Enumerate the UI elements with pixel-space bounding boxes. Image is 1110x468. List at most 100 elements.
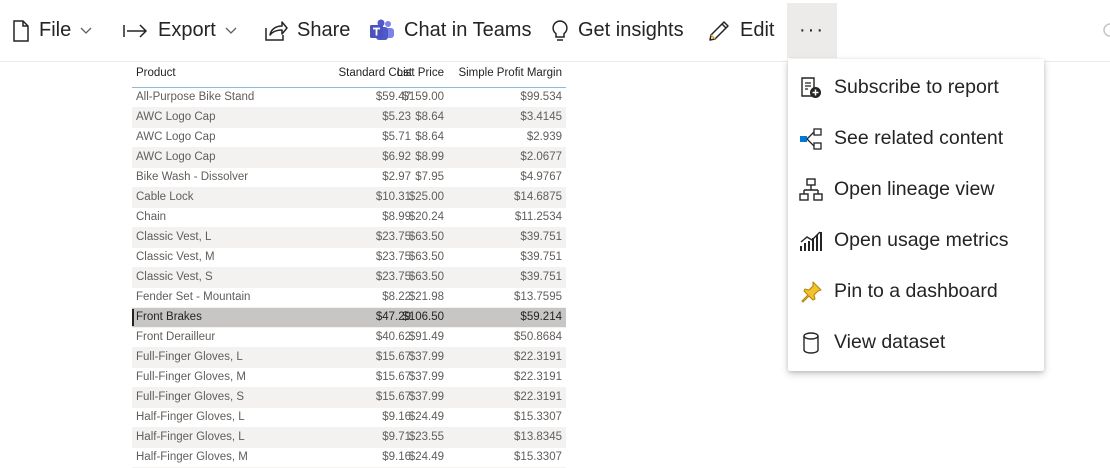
cell-simple-profit-margin: $59.214 [520,311,562,323]
table-row[interactable]: Full-Finger Gloves, S $15.67 $37.99 $22.319… [132,388,566,408]
export-label: Export [158,19,216,41]
table-row[interactable]: Full-Finger Gloves, L $15.67 $37.99 $22.319… [132,348,566,368]
cell-list-price: $20.24 [408,211,444,223]
cell-simple-profit-margin: $99.534 [520,91,562,103]
table-row[interactable]: Bike Wash - Dissolver $2.97 $7.95 $4.9767 [132,168,566,188]
chat-in-teams-button[interactable]: Chat in Teams [369,0,531,62]
cell-list-price: $24.49 [408,451,444,463]
table-row[interactable]: Cable Lock $10.31 $25.00 $14.6875 [132,188,566,208]
file-label: File [39,19,72,41]
cell-list-price: $25.00 [408,191,444,203]
cell-simple-profit-margin: $39.751 [520,271,562,283]
pencil-icon [707,19,731,43]
menu-item-label: Subscribe to report [834,76,999,98]
table-row[interactable]: Classic Vest, L $23.75 $63.50 $39.751 [132,228,566,248]
export-icon [123,23,149,39]
share-icon [264,20,288,42]
cell-product: Front Brakes [136,311,202,323]
chevron-down-icon [80,27,92,35]
column-header-simple-profit-margin[interactable]: Simple Profit Margin [452,62,562,84]
cell-simple-profit-margin: $11.2534 [514,211,562,223]
cell-simple-profit-margin: $39.751 [520,231,562,243]
menu-item-subscribe[interactable]: Subscribe to report [788,62,1044,113]
lineage-icon [799,177,823,202]
cell-product: Chain [136,211,167,223]
table-row[interactable]: AWC Logo Cap $5.71 $8.64 $2.939 [132,128,566,148]
cell-product: Half-Finger Gloves, M [136,451,248,463]
edit-label: Edit [740,19,775,41]
table-row[interactable]: Fender Set - Mountain $8.22 $21.98 $13.7595 [132,288,566,308]
cell-list-price: $159.00 [402,91,444,103]
cell-simple-profit-margin: $4.9767 [520,171,562,183]
menu-item-see-related-content[interactable]: See related content [788,113,1044,164]
insights-label: Get insights [578,19,684,41]
menu-item-view-dataset[interactable]: View dataset [788,317,1044,368]
edit-button[interactable]: Edit [707,0,774,62]
cell-product: Front Derailleur [136,331,216,343]
table-row[interactable]: Classic Vest, M $23.75 $63.50 $39.751 [132,248,566,268]
cell-simple-profit-margin: $14.6875 [514,191,562,203]
cell-simple-profit-margin: $15.3307 [514,451,562,463]
table-row[interactable]: AWC Logo Cap $6.92 $8.99 $2.0677 [132,148,566,168]
cell-list-price: $91.49 [408,331,444,343]
share-label: Share [297,19,351,41]
table-row[interactable]: Half-Finger Gloves, L $9.71 $23.55 $13.8345 [132,428,566,448]
column-header-list-price[interactable]: List Price [390,62,444,84]
teams-icon [369,19,395,43]
cell-list-price: $63.50 [408,251,444,263]
table-row[interactable]: Half-Finger Gloves, L $9.16 $24.49 $15.3307 [132,408,566,428]
gear-icon[interactable] [1100,20,1110,45]
cell-product: Full-Finger Gloves, M [136,371,246,383]
cell-product: Classic Vest, L [136,231,212,243]
cell-simple-profit-margin: $3.4145 [520,111,562,123]
share-button[interactable]: Share [264,0,350,62]
lightbulb-icon [551,19,569,43]
table-row[interactable]: Full-Finger Gloves, M $15.67 $37.99 $22.319… [132,368,566,388]
cell-product: Half-Finger Gloves, L [136,411,245,423]
more-options-icon: ··· [799,19,825,41]
cell-list-price: $8.64 [415,131,444,143]
column-header-product[interactable]: Product [136,62,176,84]
table-row[interactable]: Front Derailleur $40.62 $91.49 $50.8684 [132,328,566,348]
cell-simple-profit-margin: $22.3191 [514,351,562,363]
table-row[interactable]: Front Brakes $47.29 $106.50 $59.214 [132,308,566,328]
menu-item-label: Pin to a dashboard [834,280,998,302]
table-row[interactable]: All-Purpose Bike Stand $59.47 $159.00 $99.5… [132,88,566,108]
cell-product: AWC Logo Cap [136,111,216,123]
table-row[interactable]: Classic Vest, S $23.75 $63.50 $39.751 [132,268,566,288]
cell-simple-profit-margin: $39.751 [520,251,562,263]
cell-list-price: $7.95 [415,171,444,183]
cell-product: Full-Finger Gloves, L [136,351,243,363]
table-row[interactable]: AWC Logo Cap $5.23 $8.64 $3.4145 [132,108,566,128]
product-table: Product Standard Cost List Price Simple … [132,62,566,468]
subscribe-icon [799,76,823,100]
cell-list-price: $8.99 [415,151,444,163]
cell-product: Classic Vest, M [136,251,215,263]
cell-simple-profit-margin: $22.3191 [514,371,562,383]
table-row[interactable]: Half-Finger Gloves, M $9.16 $24.49 $15.3307 [132,448,566,468]
get-insights-button[interactable]: Get insights [551,0,684,62]
menu-item-label: Open lineage view [834,178,995,200]
cell-simple-profit-margin: $15.3307 [514,411,562,423]
export-button[interactable]: Export [123,0,237,62]
cell-simple-profit-margin: $13.7595 [514,291,562,303]
more-options-button[interactable]: ··· [787,3,837,58]
table-body: All-Purpose Bike Stand $59.47 $159.00 $99.5… [132,88,566,468]
cell-product: AWC Logo Cap [136,151,216,163]
cell-simple-profit-margin: $13.8345 [514,431,562,443]
teams-label: Chat in Teams [404,19,532,41]
cell-simple-profit-margin: $2.939 [526,131,562,143]
cell-list-price: $37.99 [408,351,444,363]
file-icon [12,19,30,42]
dataset-icon [799,331,823,355]
cell-simple-profit-margin: $2.0677 [520,151,562,163]
cell-product: Classic Vest, S [136,271,213,283]
file-button[interactable]: File [12,0,92,62]
cell-product: All-Purpose Bike Stand [136,91,255,103]
menu-item-pin-to-dashboard[interactable]: Pin to a dashboard [788,266,1044,317]
menu-item-open-lineage-view[interactable]: Open lineage view [788,164,1044,215]
menu-item-open-usage-metrics[interactable]: Open usage metrics [788,215,1044,266]
table-row[interactable]: Chain $8.99 $20.24 $11.2534 [132,208,566,228]
action-toolbar: File Export Share Chat in Teams Get insi… [0,0,1110,62]
cell-list-price: $23.55 [408,431,444,443]
